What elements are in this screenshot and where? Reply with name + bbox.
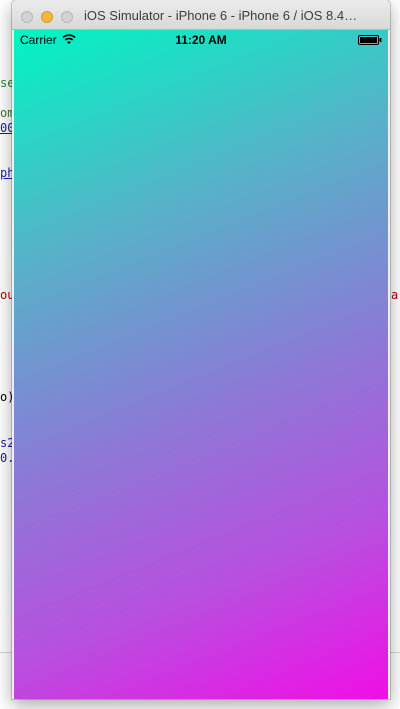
editor-fragment: a (391, 288, 399, 302)
status-bar: Carrier 11:20 AM (14, 30, 388, 50)
minimize-window-button[interactable] (41, 11, 53, 23)
zoom-window-button[interactable] (61, 11, 73, 23)
battery-icon (358, 35, 382, 45)
window-title: iOS Simulator - iPhone 6 - iPhone 6 / iO… (84, 8, 358, 23)
simulator-window: iOS Simulator - iPhone 6 - iPhone 6 / iO… (12, 0, 390, 699)
device-screen[interactable]: Carrier 11:20 AM (14, 30, 388, 699)
window-titlebar[interactable]: iOS Simulator - iPhone 6 - iPhone 6 / iO… (12, 0, 390, 30)
close-window-button[interactable] (21, 11, 33, 23)
status-time: 11:20 AM (175, 33, 227, 47)
